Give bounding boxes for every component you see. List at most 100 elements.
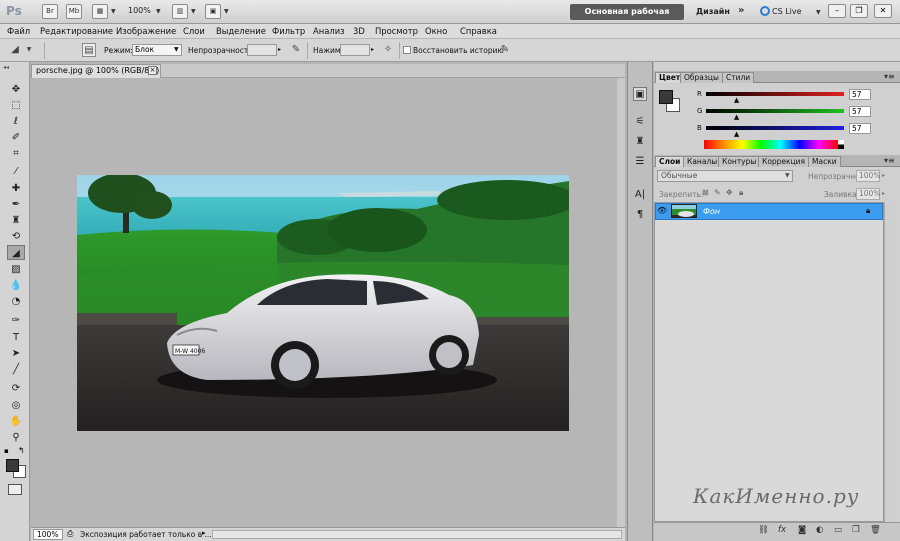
chevron-right-icon[interactable]: ▸ — [882, 172, 885, 179]
brush-panel-icon[interactable]: ▤ — [82, 43, 96, 57]
channel-g-slider[interactable] — [706, 109, 844, 113]
layer-style-icon[interactable]: fx — [778, 525, 786, 535]
layer-name[interactable]: Фон — [703, 207, 720, 216]
blur-tool-icon[interactable]: 💧 — [7, 278, 25, 293]
tab-channels[interactable]: Каналы — [683, 156, 722, 167]
dodge-tool-icon[interactable]: ◔ — [7, 294, 25, 309]
lasso-tool-icon[interactable]: ℓ — [7, 114, 25, 129]
tab-styles[interactable]: Стили — [722, 72, 755, 83]
quick-mask-icon[interactable] — [8, 484, 22, 495]
move-tool-icon[interactable]: ✥ — [7, 82, 25, 97]
tab-swatches[interactable]: Образцы — [680, 72, 723, 83]
swap-colors-icon[interactable]: ↰ — [18, 446, 25, 455]
paragraph-icon[interactable]: ¶ — [633, 208, 647, 222]
clone-source-icon[interactable]: ♜ — [633, 135, 647, 149]
pen-tool-icon[interactable]: ✑ — [7, 313, 25, 328]
3d-orbit-tool-icon[interactable]: ◎ — [7, 398, 25, 413]
status-info-icon[interactable]: ⎙ — [67, 529, 77, 540]
chevron-down-icon[interactable]: ▼ — [111, 8, 116, 15]
tab-paths[interactable]: Контуры — [718, 156, 761, 167]
chevron-right-icon[interactable]: ▸ — [371, 46, 374, 53]
menu-file[interactable]: Файл — [7, 26, 30, 36]
screen-mode-button[interactable]: ▣ — [205, 4, 221, 19]
document-image[interactable]: M-W 4006 — [77, 175, 569, 431]
chevron-down-icon[interactable]: ▼ — [22, 43, 36, 57]
restore-history-checkbox[interactable] — [403, 46, 411, 54]
chevron-right-icon[interactable]: ▸ — [202, 529, 206, 537]
visibility-eye-icon[interactable]: 👁︎ — [657, 206, 667, 216]
status-text[interactable]: Экспозиция работает только в ... — [80, 529, 212, 540]
eraser-tool-icon[interactable]: ◢ — [7, 245, 25, 260]
menu-analysis[interactable]: Анализ — [313, 26, 345, 36]
blend-mode-select[interactable]: Обычные — [657, 170, 793, 182]
hand-tool-icon[interactable]: ✋ — [7, 414, 25, 429]
healing-brush-tool-icon[interactable]: ✚ — [7, 181, 25, 196]
channel-b-thumb[interactable]: ▲ — [734, 130, 739, 138]
eyedropper-tool-icon[interactable]: ⁄ — [7, 164, 25, 179]
navigator-icon[interactable]: ▣ — [633, 87, 647, 101]
brush-presets-icon[interactable]: ⚟ — [633, 115, 647, 129]
chevron-down-icon[interactable]: ▼ — [174, 46, 179, 53]
arrange-documents-button[interactable]: ▥ — [172, 4, 188, 19]
minimize-icon[interactable]: – — [828, 4, 846, 18]
path-selection-tool-icon[interactable]: ➤ — [7, 346, 25, 361]
chevron-down-icon[interactable]: ▼ — [191, 8, 196, 15]
channel-r-slider[interactable] — [706, 92, 844, 96]
flow-field[interactable] — [340, 44, 370, 56]
close-icon[interactable]: ✕ — [874, 4, 892, 18]
menu-select[interactable]: Выделение — [216, 26, 266, 36]
fill-field[interactable]: 100% — [856, 188, 880, 200]
close-icon[interactable]: × — [148, 66, 157, 75]
menu-filter[interactable]: Фильтр — [272, 26, 305, 36]
history-brush-tool-icon[interactable]: ⟲ — [7, 229, 25, 244]
panel-menu-icon[interactable]: ▾≡ — [884, 72, 895, 81]
opacity-field[interactable] — [247, 44, 277, 56]
new-layer-icon[interactable]: ❐ — [852, 525, 860, 535]
channel-b-slider[interactable] — [706, 126, 844, 130]
new-group-icon[interactable]: ▭ — [834, 525, 842, 535]
menu-view[interactable]: Просмотр — [375, 26, 418, 36]
lock-transparency-icon[interactable]: ⊠ — [702, 188, 709, 197]
history-icon[interactable]: ☰ — [633, 155, 647, 169]
marquee-tool-icon[interactable]: ⬚ — [7, 98, 25, 113]
pressure-opacity-icon[interactable]: ✎ — [289, 43, 303, 57]
panel-menu-icon[interactable]: ▾≡ — [884, 156, 895, 165]
lock-all-icon[interactable]: 🔒︎ — [739, 188, 743, 198]
menu-3d[interactable]: 3D — [353, 26, 365, 36]
line-tool-icon[interactable]: ╱ — [7, 362, 25, 377]
zoom-tool-icon[interactable]: ⚲ — [7, 430, 25, 445]
layer-thumbnail[interactable] — [671, 204, 697, 218]
black-white-swatch[interactable] — [838, 140, 844, 149]
menu-image[interactable]: Изображение — [116, 26, 176, 36]
chevron-down-icon[interactable]: ▼ — [785, 172, 790, 179]
menu-layers[interactable]: Слои — [183, 26, 205, 36]
more-workspaces-icon[interactable]: » — [738, 5, 744, 16]
workspace-design-link[interactable]: Дизайн — [696, 7, 730, 16]
tab-masks[interactable]: Маски — [808, 156, 841, 167]
clone-stamp-tool-icon[interactable]: ♜ — [7, 213, 25, 228]
chevron-right-icon[interactable]: ▸ — [882, 190, 885, 197]
tab-layers[interactable]: Слои — [655, 156, 685, 167]
channel-r-value[interactable]: 57 — [849, 89, 871, 100]
layers-list[interactable] — [654, 202, 884, 522]
tab-adjustments[interactable]: Коррекция — [758, 156, 810, 167]
cs-live-menu[interactable]: CS Live — [772, 7, 802, 16]
channel-g-value[interactable]: 57 — [849, 106, 871, 117]
vertical-scrollbar[interactable] — [617, 78, 625, 527]
airbrush-icon[interactable]: ✧ — [381, 43, 395, 57]
adjustment-layer-icon[interactable]: ◐ — [816, 525, 823, 535]
channel-g-thumb[interactable]: ▲ — [734, 113, 739, 121]
channel-r-thumb[interactable]: ▲ — [734, 96, 739, 104]
mini-bridge-button[interactable]: Mb — [66, 4, 82, 19]
character-icon[interactable]: A| — [633, 188, 647, 202]
quick-selection-tool-icon[interactable]: ✐ — [7, 130, 25, 145]
brush-tool-icon[interactable]: ✒ — [7, 197, 25, 212]
view-extras-button[interactable]: ▦ — [92, 4, 108, 19]
eraser-icon[interactable]: ◢ — [8, 43, 22, 57]
menu-window[interactable]: Окно — [425, 26, 447, 36]
color-spectrum-bar[interactable] — [704, 140, 838, 149]
collapse-icon[interactable]: ◂◂ — [3, 64, 9, 71]
menu-help[interactable]: Справка — [460, 26, 497, 36]
chevron-down-icon[interactable]: ▼ — [156, 8, 161, 15]
link-layers-icon[interactable]: ⛓ — [758, 525, 769, 535]
